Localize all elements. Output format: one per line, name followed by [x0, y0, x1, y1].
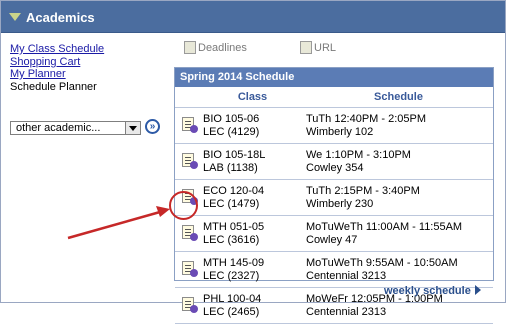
- meeting-room: Centennial 2313: [306, 305, 387, 318]
- annotation-arrow: [67, 206, 170, 240]
- class-component: LEC (2465): [203, 305, 260, 318]
